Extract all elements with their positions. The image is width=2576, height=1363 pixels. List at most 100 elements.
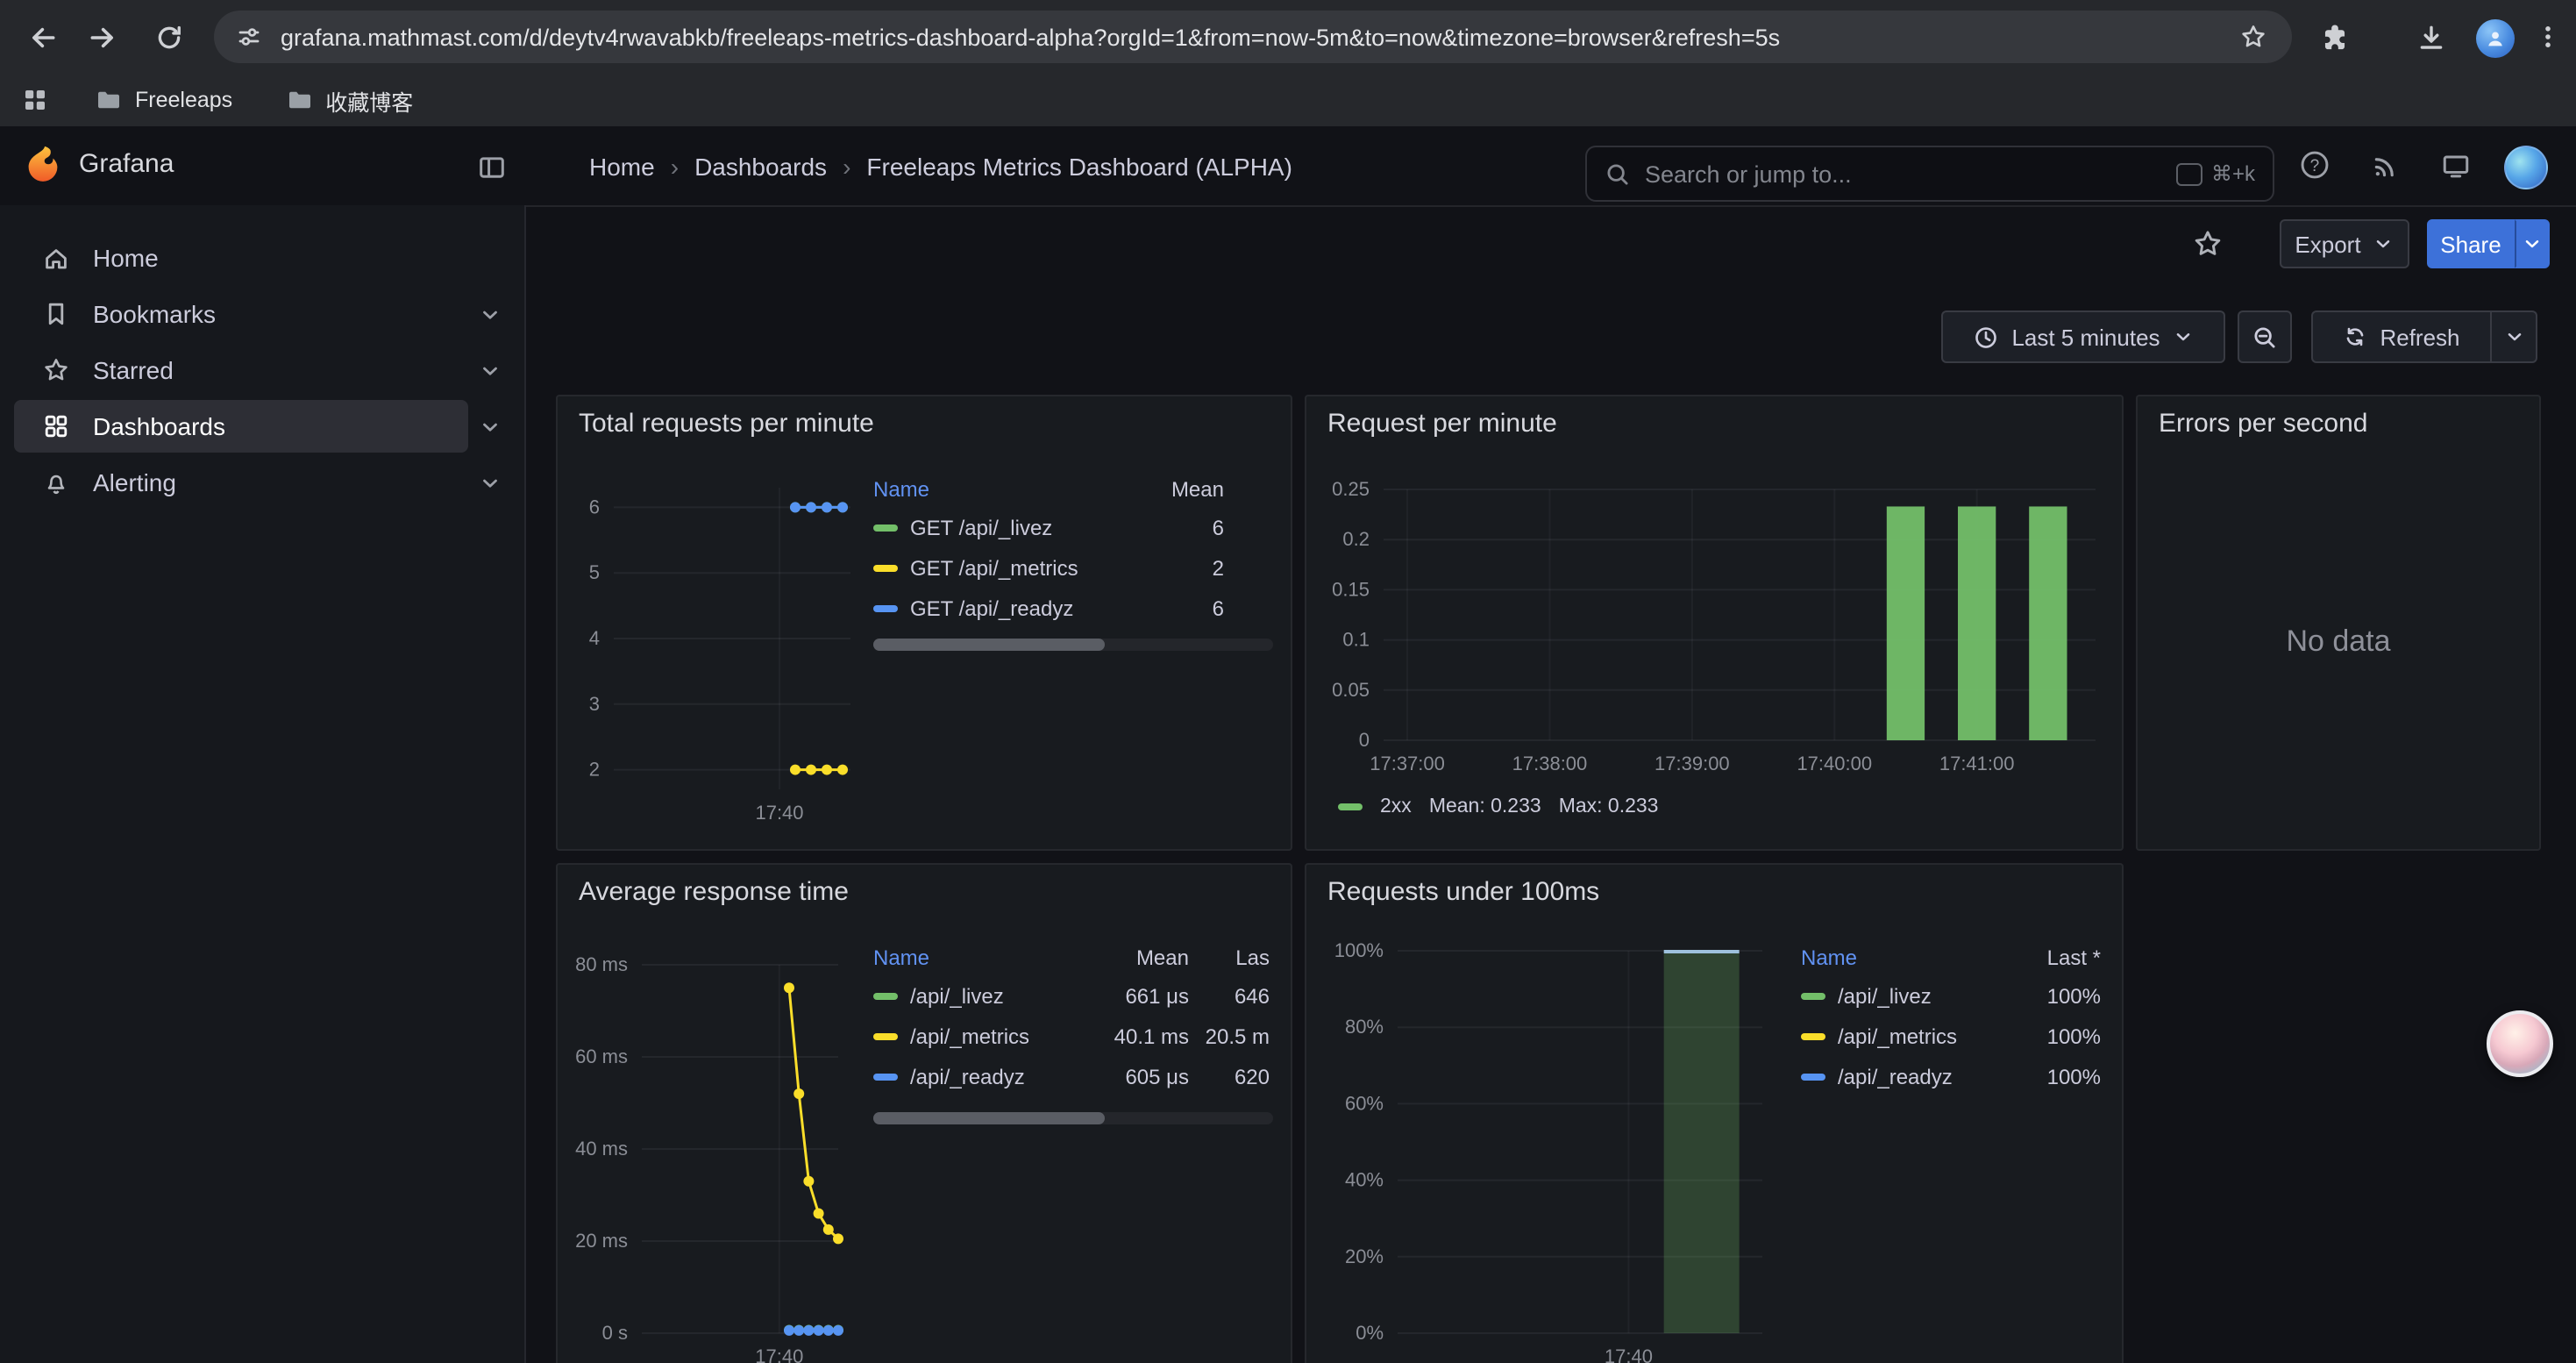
screen: grafana.mathmast.com/d/deytv4rwavabkb/fr… xyxy=(0,0,2576,1363)
series-swatch[interactable] xyxy=(873,992,898,999)
legend-column-header[interactable]: Mean xyxy=(1140,476,1224,501)
series-swatch[interactable] xyxy=(1338,803,1363,810)
sidebar: Home Bookmarks Starred Dashboards xyxy=(0,205,526,1363)
search-icon xyxy=(1605,161,1631,187)
sidebar-link-dashboards[interactable]: Dashboards xyxy=(14,400,468,453)
chevron-down-icon[interactable] xyxy=(468,293,510,335)
bookmark-folder-blog[interactable]: 收藏博客 xyxy=(271,81,427,119)
series-swatch[interactable] xyxy=(1801,1073,1825,1080)
series-swatch[interactable] xyxy=(873,1073,898,1080)
bookmark-folder-freeleaps[interactable]: Freeleaps xyxy=(81,81,246,119)
address-bar[interactable]: grafana.mathmast.com/d/deytv4rwavabkb/fr… xyxy=(214,11,2292,63)
share-label: Share xyxy=(2440,231,2501,257)
search-input[interactable]: Search or jump to... ⌘+k xyxy=(1585,146,2274,202)
sidebar-item-label: Home xyxy=(93,244,159,272)
panel-title[interactable]: Average response time xyxy=(579,877,849,907)
legend-header-row: NameMeanLas xyxy=(873,938,1270,975)
legend-value: 100% xyxy=(2006,1064,2101,1088)
share-dropdown-button[interactable] xyxy=(2515,219,2550,268)
reload-icon xyxy=(153,22,183,52)
series-name[interactable]: 2xx xyxy=(1380,796,1412,817)
help-button[interactable]: ? xyxy=(2294,144,2336,186)
series-name[interactable]: /api/_metrics xyxy=(910,1024,1029,1048)
series-name[interactable]: GET /api/_readyz xyxy=(910,596,1073,620)
grafana-home-link[interactable]: Grafana xyxy=(23,144,174,184)
sidebar-link-bookmarks[interactable]: Bookmarks xyxy=(14,288,468,340)
refresh-button[interactable]: Refresh xyxy=(2311,310,2492,363)
svg-text:20 ms: 20 ms xyxy=(575,1230,628,1252)
chart-avg-response-time[interactable]: 0 s20 ms40 ms60 ms80 ms17:40 xyxy=(572,942,861,1363)
chart-under-100ms[interactable]: 0%20%40%60%80%100%17:40 xyxy=(1320,942,1794,1363)
panel-under-100ms: Requests under 100ms 0%20%40%60%80%100%1… xyxy=(1305,863,2124,1363)
series-name[interactable]: /api/_livez xyxy=(910,983,1004,1008)
zoom-out-button[interactable] xyxy=(2238,310,2292,363)
svg-text:17:40:00: 17:40:00 xyxy=(1797,753,1872,774)
svg-text:0.25: 0.25 xyxy=(1332,478,1370,500)
series-swatch[interactable] xyxy=(873,564,898,571)
sidebar-link-starred[interactable]: Starred xyxy=(14,344,468,396)
panel-title[interactable]: Total requests per minute xyxy=(579,409,874,439)
browser-forward-button[interactable] xyxy=(81,16,123,58)
export-button[interactable]: Export xyxy=(2280,219,2409,268)
series-name[interactable]: /api/_readyz xyxy=(1838,1064,1953,1088)
series-name[interactable]: /api/_livez xyxy=(1838,983,1932,1008)
site-settings-icon[interactable] xyxy=(235,23,263,51)
series-name[interactable]: /api/_readyz xyxy=(910,1064,1025,1088)
apps-grid-icon[interactable] xyxy=(21,86,49,114)
share-button[interactable]: Share xyxy=(2427,219,2515,268)
floating-avatar-button[interactable] xyxy=(2487,1010,2553,1077)
chevron-down-icon[interactable] xyxy=(468,405,510,447)
svg-text:0.05: 0.05 xyxy=(1332,679,1370,701)
legend-column-header[interactable]: Name xyxy=(873,945,1084,969)
series-name[interactable]: /api/_metrics xyxy=(1838,1024,1957,1048)
series-swatch[interactable] xyxy=(1801,992,1825,999)
chart-total-requests[interactable]: 2345617:40 xyxy=(572,467,861,835)
breadcrumb-home[interactable]: Home xyxy=(589,152,655,180)
chevron-down-icon[interactable] xyxy=(468,461,510,503)
chevron-down-icon[interactable] xyxy=(468,349,510,391)
series-name[interactable]: GET /api/_metrics xyxy=(910,555,1078,580)
time-range-picker[interactable]: Last 5 minutes xyxy=(1941,310,2225,363)
grafana-logo xyxy=(23,144,63,184)
extensions-button[interactable] xyxy=(2313,16,2355,58)
sidebar-link-home[interactable]: Home xyxy=(14,232,510,284)
chart-requests-per-minute[interactable]: 00.050.10.150.20.2517:37:0017:38:0017:39… xyxy=(1320,474,2111,798)
scrollbar-thumb[interactable] xyxy=(873,639,1105,651)
legend-column-header[interactable]: Last * xyxy=(2006,945,2101,969)
chevron-down-icon xyxy=(2173,326,2194,347)
display-button[interactable] xyxy=(2434,144,2476,186)
legend-value: 40.1 ms xyxy=(1084,1024,1189,1048)
puzzle-icon xyxy=(2319,22,2349,52)
panel-title[interactable]: Errors per second xyxy=(2159,409,2367,439)
downloads-button[interactable] xyxy=(2409,16,2451,58)
series-name[interactable]: GET /api/_livez xyxy=(910,515,1052,539)
forward-arrow-icon xyxy=(87,22,117,52)
series-swatch[interactable] xyxy=(873,604,898,611)
series-swatch[interactable] xyxy=(1801,1032,1825,1039)
legend-column-header[interactable]: Mean xyxy=(1084,945,1189,969)
panel-title[interactable]: Request per minute xyxy=(1327,409,1557,439)
legend-column-header[interactable]: Las xyxy=(1189,945,1270,969)
no-data-message: No data xyxy=(2138,624,2539,660)
browser-back-button[interactable] xyxy=(21,16,63,58)
sidebar-link-alerting[interactable]: Alerting xyxy=(14,456,468,509)
bookmark-star-button[interactable] xyxy=(2232,16,2274,58)
legend-column-header[interactable]: Name xyxy=(1801,945,2006,969)
news-button[interactable] xyxy=(2364,144,2406,186)
refresh-interval-dropdown[interactable] xyxy=(2492,310,2537,363)
browser-menu-button[interactable] xyxy=(2527,16,2569,58)
scrollbar-thumb[interactable] xyxy=(873,1112,1105,1124)
collapse-sidebar-button[interactable] xyxy=(470,146,512,188)
user-avatar[interactable] xyxy=(2504,146,2548,189)
kebab-menu-icon xyxy=(2534,23,2562,51)
browser-reload-button[interactable] xyxy=(147,16,189,58)
svg-text:3: 3 xyxy=(589,693,600,715)
sidebar-item-alerting: Alerting xyxy=(14,456,510,509)
series-swatch[interactable] xyxy=(873,1032,898,1039)
breadcrumb-dashboards[interactable]: Dashboards xyxy=(694,152,827,180)
browser-profile-button[interactable] xyxy=(2474,18,2516,60)
favorite-dashboard-button[interactable] xyxy=(2187,223,2229,265)
panel-title[interactable]: Requests under 100ms xyxy=(1327,877,1599,907)
legend-column-header[interactable]: Name xyxy=(873,476,1140,501)
series-swatch[interactable] xyxy=(873,524,898,531)
